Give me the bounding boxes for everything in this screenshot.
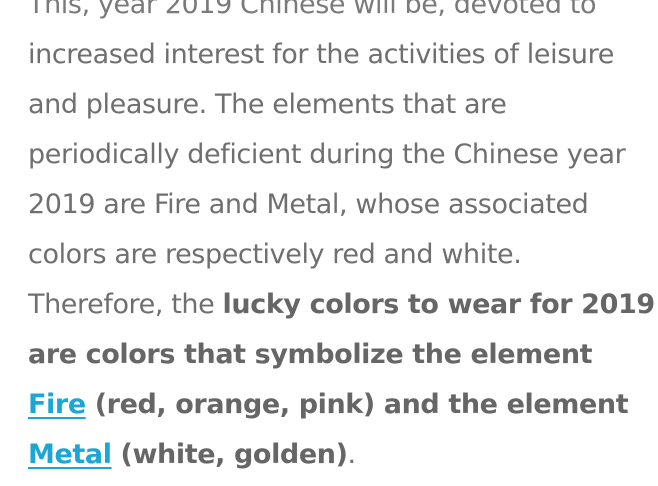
paragraph-line-4: 2019 are Fire and Metal, whose associate… [28, 189, 589, 220]
paragraph-line-1: increased interest for the activities of… [28, 39, 614, 70]
paragraph-line-8: Fire (red, orange, pink) and the element [28, 380, 648, 430]
metal-link[interactable]: Metal [28, 439, 112, 470]
paragraph-line-2: and pleasure. The elements that are [28, 89, 507, 120]
metal-colors-text: (white, golden) [111, 439, 348, 470]
sentence-period: . [347, 439, 357, 470]
paragraph-line-6: Therefore, the lucky colors to wear for … [28, 280, 655, 330]
fire-link[interactable]: Fire [28, 389, 86, 420]
article-paragraph: This, year 2019 Chinese will be, devoted… [28, 0, 655, 480]
clipped-top-line: This, year 2019 Chinese will be, devoted… [28, 0, 597, 20]
fire-colors-text: (red, orange, pink) and the element [85, 389, 629, 420]
paragraph-line-5: colors are respectively red and white. [28, 239, 522, 270]
plain-text-segment: Therefore, the [28, 289, 223, 320]
paragraph-line-9: Metal (white, golden). [28, 430, 648, 480]
paragraph-line-3: periodically deficient during the Chines… [28, 139, 626, 170]
paragraph-line-7: are colors that symbolize the element [28, 339, 593, 370]
bold-text-segment: lucky colors to wear for 2019 [222, 289, 656, 320]
